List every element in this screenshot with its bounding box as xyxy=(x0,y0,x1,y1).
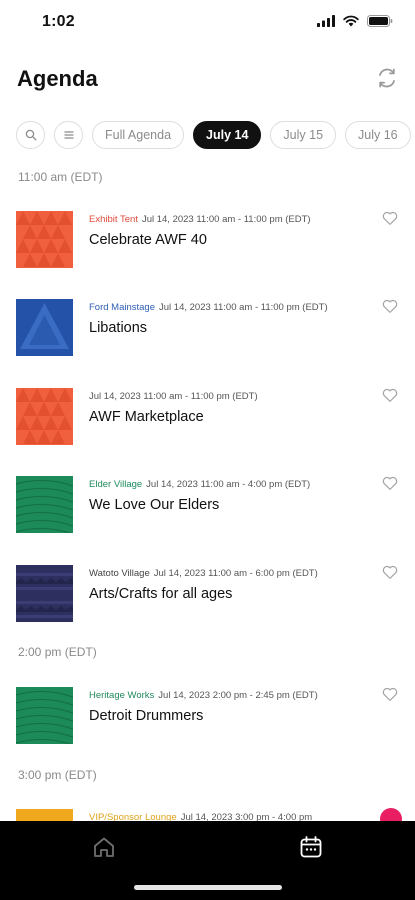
chip-full-agenda[interactable]: Full Agenda xyxy=(92,121,185,149)
event-thumbnail xyxy=(16,476,73,533)
event-venue: Exhibit Tent xyxy=(89,214,138,225)
time-section-header: 2:00 pm (EDT) xyxy=(18,645,97,659)
event-venue: VIP/Sponsor Lounge xyxy=(89,812,177,821)
time-section-header: 11:00 am (EDT) xyxy=(18,170,103,184)
event-datetime: Jul 14, 2023 11:00 am - 4:00 pm (EDT) xyxy=(146,479,311,490)
status-bar: 1:02 xyxy=(0,0,415,46)
event-item[interactable]: Watoto Village Jul 14, 2023 11:00 am - 6:… xyxy=(0,565,415,635)
filter-chip[interactable] xyxy=(54,121,83,149)
event-datetime: Jul 14, 2023 3:00 pm - 4:00 pm xyxy=(180,812,313,821)
chip-july-15[interactable]: July 15 xyxy=(270,121,337,149)
chip-july-16[interactable]: July 16 xyxy=(345,121,411,149)
event-meta: Watoto Village Jul 14, 2023 11:00 am - 6:… xyxy=(89,568,318,579)
date-filter-chips: Full Agenda July 14 July 15 July 16 xyxy=(16,121,415,151)
event-meta: VIP/Sponsor Lounge Jul 14, 2023 3:00 pm -… xyxy=(89,812,312,821)
event-title: Celebrate AWF 40 xyxy=(89,232,207,248)
event-title: Arts/Crafts for all ages xyxy=(89,586,233,602)
wifi-icon xyxy=(343,15,359,27)
bottom-tab-bar xyxy=(0,821,415,900)
heart-icon[interactable] xyxy=(381,685,399,703)
event-meta: Exhibit Tent Jul 14, 2023 11:00 am - 11:0… xyxy=(89,214,311,225)
search-chip[interactable] xyxy=(16,121,45,149)
heart-icon[interactable] xyxy=(381,297,399,315)
event-thumbnail xyxy=(16,299,73,356)
event-item[interactable]: Elder Village Jul 14, 2023 11:00 am - 4:0… xyxy=(0,476,415,546)
event-thumbnail xyxy=(16,211,73,268)
event-item[interactable]: VIP/Sponsor Lounge Jul 14, 2023 3:00 pm -… xyxy=(0,809,415,821)
event-item[interactable]: Ford Mainstage Jul 14, 2023 11:00 am - 11… xyxy=(0,299,415,369)
event-title: Libations xyxy=(89,320,148,336)
event-thumbnail xyxy=(16,687,73,744)
heart-icon[interactable] xyxy=(381,386,399,404)
event-datetime: Jul 14, 2023 11:00 am - 6:00 pm (EDT) xyxy=(153,568,318,579)
header: Agenda xyxy=(0,60,415,100)
event-datetime: Jul 14, 2023 2:00 pm - 2:45 pm (EDT) xyxy=(158,690,318,701)
event-venue: Watoto Village xyxy=(89,568,150,579)
battery-icon xyxy=(367,15,393,27)
time-section-header: 3:00 pm (EDT) xyxy=(18,768,97,782)
event-item[interactable]: Heritage Works Jul 14, 2023 2:00 pm - 2:4… xyxy=(0,687,415,757)
home-indicator xyxy=(134,885,282,890)
home-icon[interactable] xyxy=(91,834,117,860)
event-title: AWF Marketplace xyxy=(89,409,204,425)
heart-icon[interactable] xyxy=(381,474,399,492)
status-icons xyxy=(317,15,393,27)
event-title: We Love Our Elders xyxy=(89,497,220,513)
event-thumbnail xyxy=(16,809,73,821)
event-title: Detroit Drummers xyxy=(89,708,204,724)
filter-icon xyxy=(63,131,74,139)
event-meta: Elder Village Jul 14, 2023 11:00 am - 4:0… xyxy=(89,479,310,490)
event-thumbnail xyxy=(16,565,73,622)
refresh-icon[interactable] xyxy=(375,66,399,90)
event-venue: Elder Village xyxy=(89,479,143,490)
event-item[interactable]: Exhibit Tent Jul 14, 2023 11:00 am - 11:0… xyxy=(0,211,415,281)
event-meta: Jul 14, 2023 11:00 am - 11:00 pm (EDT) xyxy=(89,391,258,402)
event-item[interactable]: Jul 14, 2023 11:00 am - 11:00 pm (EDT) A… xyxy=(0,388,415,458)
event-meta: Ford Mainstage Jul 14, 2023 11:00 am - 11… xyxy=(89,302,328,313)
event-datetime: Jul 14, 2023 11:00 am - 11:00 pm (EDT) xyxy=(141,214,311,225)
event-datetime: Jul 14, 2023 11:00 am - 11:00 pm (EDT) xyxy=(89,391,258,402)
event-venue: Ford Mainstage xyxy=(89,302,156,313)
signal-icon xyxy=(317,15,335,27)
event-thumbnail xyxy=(16,388,73,445)
status-time: 1:02 xyxy=(42,13,75,30)
event-venue: Heritage Works xyxy=(89,690,155,701)
event-datetime: Jul 14, 2023 11:00 am - 11:00 pm (EDT) xyxy=(159,302,328,313)
event-meta: Heritage Works Jul 14, 2023 2:00 pm - 2:4… xyxy=(89,690,318,701)
heart-icon[interactable] xyxy=(381,209,399,227)
page-title: Agenda xyxy=(17,66,98,91)
calendar-icon[interactable] xyxy=(298,834,324,860)
search-icon xyxy=(25,129,36,141)
heart-icon[interactable] xyxy=(381,563,399,581)
chip-july-14[interactable]: July 14 xyxy=(193,121,262,149)
